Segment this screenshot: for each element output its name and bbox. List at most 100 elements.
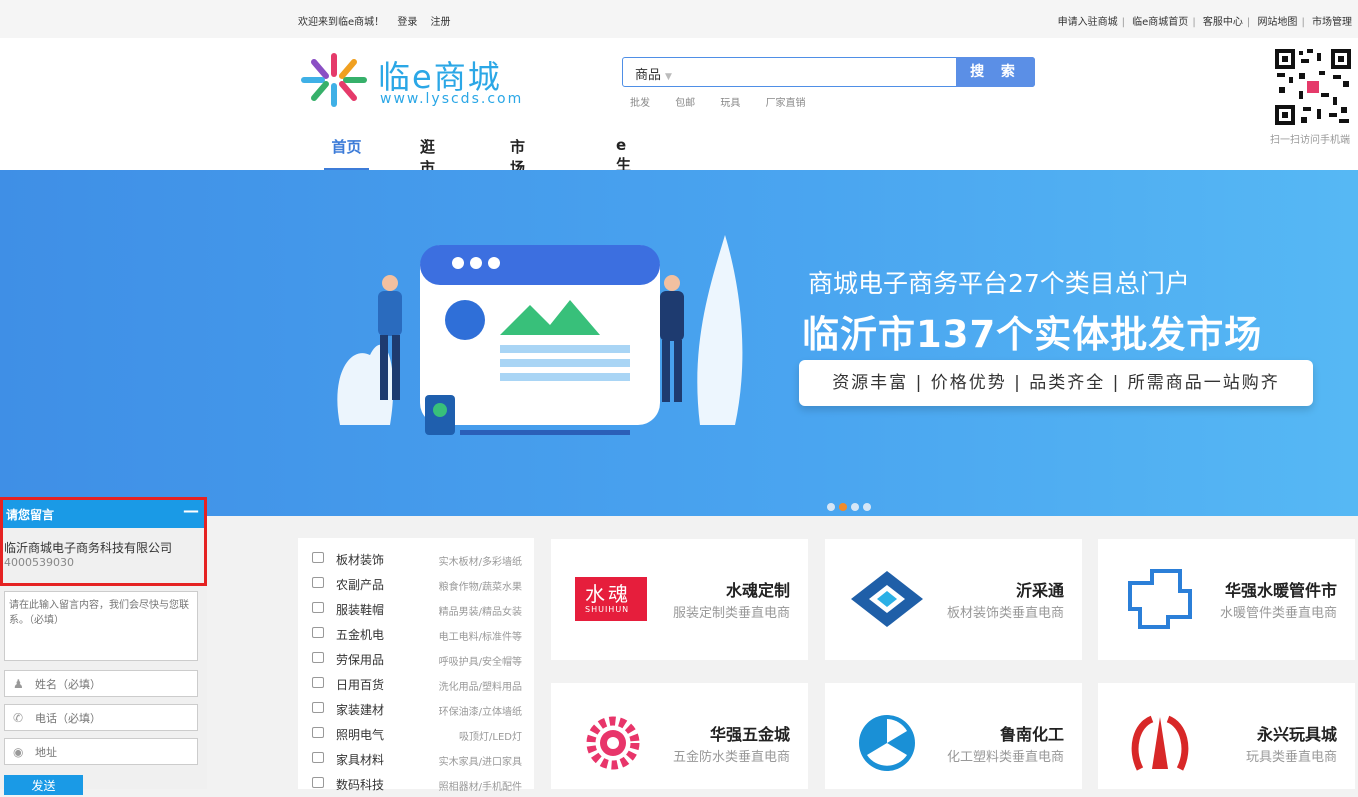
shop-title: 鲁南化工: [999, 725, 1064, 744]
shop-title: 华强五金城: [709, 725, 790, 744]
category-sub[interactable]: 吸顶灯/LED灯: [459, 728, 522, 743]
shop-card-lunan-chemical[interactable]: 鲁南化工 化工塑料类垂直电商: [825, 683, 1082, 789]
category-sub[interactable]: 照相器材/手机配件: [439, 778, 522, 793]
address-field-wrap: ◉: [4, 738, 198, 765]
shop-card-shuihun[interactable]: 水魂 SHUIHUN 水魂定制 服装定制类垂直电商: [551, 539, 808, 660]
nav-item-e-life[interactable]: e生活: [616, 136, 631, 195]
login-link[interactable]: 登录: [397, 17, 417, 28]
category-item[interactable]: 五金机电 电工电料/标准件等: [298, 621, 534, 646]
top-link-join[interactable]: 申请入驻商城: [1058, 17, 1118, 28]
send-button[interactable]: 发送: [4, 775, 83, 795]
top-bar: 欢迎来到临e商城！ 登录 注册 申请入驻商城 | 临e商城首页 | 客服中心 | 网站…: [0, 0, 1358, 38]
shop-desc: 板材装饰类垂直电商: [946, 606, 1064, 621]
chevron-down-icon: ▼: [665, 72, 672, 82]
yongxing-logo-icon: [1131, 715, 1189, 771]
shop-card-yongxing-toys[interactable]: 永兴玩具城 玩具类垂直电商: [1098, 683, 1355, 789]
category-icon: [312, 552, 324, 563]
category-icon: [312, 652, 324, 663]
category-name: 板材装饰: [336, 553, 385, 567]
nav-item-home[interactable]: 首页: [324, 136, 369, 170]
banner-headline: 商城电子商务平台27个类目总门户: [808, 269, 1190, 298]
category-name: 劳保用品: [336, 653, 385, 667]
category-icon: [312, 752, 324, 763]
category-sub[interactable]: 实木板材/多彩墙纸: [439, 553, 522, 568]
message-widget: 请您留言 — 临沂商城电子商务科技有限公司 4000539030 ♟ ✆ ◉ 发…: [0, 497, 207, 795]
category-icon: [312, 777, 324, 788]
hotword-link[interactable]: 批发: [630, 98, 650, 109]
phone-icon: ✆: [13, 711, 24, 725]
company-name: 临沂商城电子商务科技有限公司: [4, 541, 173, 555]
search-category-label: 商品: [635, 68, 662, 83]
top-link-home[interactable]: 临e商城首页: [1132, 17, 1188, 28]
top-link-sitemap[interactable]: 网站地图: [1257, 17, 1297, 28]
hotword-link[interactable]: 厂家直销: [766, 98, 806, 109]
category-item[interactable]: 家装建材 环保油漆/立体墙纸: [298, 696, 534, 721]
shop-desc: 化工塑料类垂直电商: [946, 750, 1064, 765]
category-icon: [312, 602, 324, 613]
category-item[interactable]: 服装鞋帽 精品男装/精品女装: [298, 596, 534, 621]
category-sub[interactable]: 精品男装/精品女装: [439, 603, 522, 618]
category-icon: [312, 702, 324, 713]
nav-item-markets[interactable]: 逛市场: [420, 136, 435, 198]
category-icon: [312, 577, 324, 588]
name-field-wrap: ♟: [4, 670, 198, 697]
qr-code-icon: [1273, 47, 1353, 127]
carousel-dots: [827, 496, 875, 515]
shop-card-huaqiang-hardware[interactable]: 华强五金城 五金防水类垂直电商: [551, 683, 808, 789]
hotword-link[interactable]: 玩具: [720, 98, 740, 109]
carousel-dot[interactable]: [851, 503, 859, 511]
register-link[interactable]: 注册: [431, 17, 451, 28]
carousel-dot[interactable]: [827, 503, 835, 511]
category-name: 服装鞋帽: [336, 603, 385, 617]
shop-title: 水魂定制: [725, 581, 790, 600]
hot-keywords: 批发 包邮 玩具 厂家直销: [630, 94, 828, 109]
category-item[interactable]: 日用百货 洗化用品/塑料用品: [298, 671, 534, 696]
address-field[interactable]: [35, 743, 193, 761]
category-name: 家装建材: [336, 703, 385, 717]
top-link-market-admin[interactable]: 市场管理: [1312, 17, 1352, 28]
phone-field[interactable]: [35, 709, 193, 727]
banner-tagline: 资源丰富 | 价格优势 | 品类齐全 | 所需商品一站购齐: [799, 360, 1313, 406]
shuihun-logo-text: 水魂: [585, 582, 631, 606]
shop-desc: 服装定制类垂直电商: [672, 606, 790, 621]
category-icon: [312, 677, 324, 688]
category-item[interactable]: 板材装饰 实木板材/多彩墙纸: [298, 546, 534, 571]
search-button[interactable]: 搜 索: [956, 57, 1035, 87]
shop-card-yicaitong[interactable]: 沂采通 板材装饰类垂直电商: [825, 539, 1082, 660]
site-logo[interactable]: 临e商城 www.lyscds.com: [298, 50, 528, 110]
category-sub[interactable]: 环保油漆/立体墙纸: [439, 703, 522, 718]
category-item[interactable]: 农副产品 粮食作物/蔬菜水果: [298, 571, 534, 596]
category-item[interactable]: 家具材料 实木家具/进口家具: [298, 746, 534, 771]
hero-banner[interactable]: 商城电子商务平台27个类目总门户 临沂市137个实体批发市场 资源丰富 | 价格…: [0, 170, 1358, 516]
category-sub[interactable]: 实木家具/进口家具: [439, 753, 522, 768]
carousel-dot-active[interactable]: [839, 503, 847, 511]
search-category-select[interactable]: 商品 ▼: [635, 64, 672, 83]
nav-item-market-guide[interactable]: 市场导航: [510, 136, 525, 219]
category-list: 板材装饰 实木板材/多彩墙纸 农副产品 粮食作物/蔬菜水果 服装鞋帽 精品男装/精品女…: [298, 538, 534, 793]
message-header[interactable]: 请您留言 —: [0, 497, 207, 528]
category-item[interactable]: 数码科技 照相器材/手机配件: [298, 771, 534, 796]
category-name: 日用百货: [336, 678, 385, 692]
category-item[interactable]: 照明电气 吸顶灯/LED灯: [298, 721, 534, 746]
category-item[interactable]: 劳保用品 呼吸护具/安全帽等: [298, 646, 534, 671]
shop-desc: 水暖管件类垂直电商: [1219, 606, 1337, 621]
category-sub[interactable]: 呼吸护具/安全帽等: [439, 653, 522, 668]
shop-card-huaqiang-plumbing[interactable]: 华强水暖管件市 水暖管件类垂直电商: [1098, 539, 1355, 660]
shop-title: 永兴玩具城: [1256, 725, 1337, 744]
category-sub[interactable]: 粮食作物/蔬菜水果: [439, 578, 522, 593]
name-field[interactable]: [35, 675, 193, 693]
category-sub[interactable]: 洗化用品/塑料用品: [439, 678, 522, 693]
carousel-dot[interactable]: [863, 503, 871, 511]
phone-field-wrap: ✆: [4, 704, 198, 731]
category-sub[interactable]: 电工电料/标准件等: [439, 628, 522, 643]
divider: |: [1121, 17, 1125, 28]
minimize-icon[interactable]: —: [183, 501, 199, 520]
message-content-field[interactable]: [4, 591, 198, 661]
top-link-service[interactable]: 客服中心: [1203, 17, 1243, 28]
logo-url: www.lyscds.com: [380, 91, 524, 107]
shop-title: 华强水暖管件市: [1224, 581, 1337, 600]
hotword-link[interactable]: 包邮: [675, 98, 695, 109]
welcome-text: 欢迎来到临e商城！: [298, 17, 385, 28]
search-input[interactable]: [693, 60, 953, 84]
category-icon: [312, 627, 324, 638]
